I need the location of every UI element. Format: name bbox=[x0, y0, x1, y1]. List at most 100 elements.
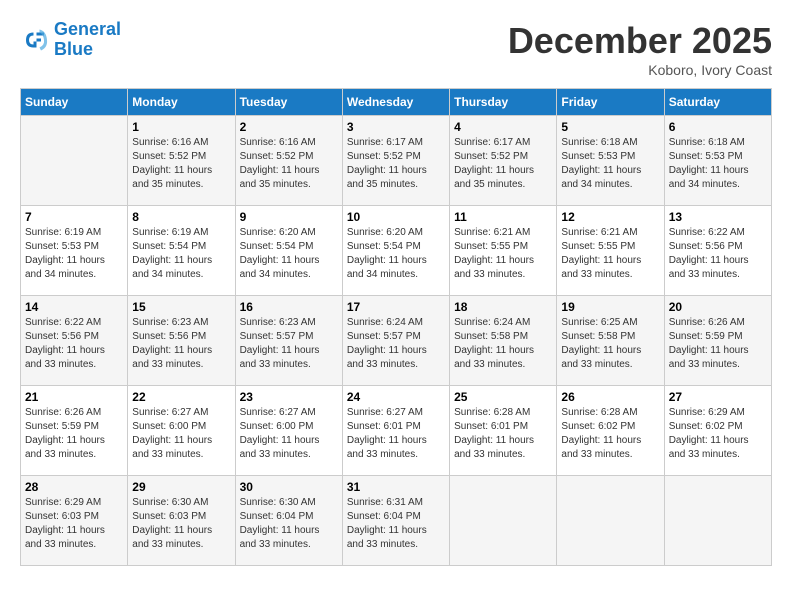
day-info: Sunrise: 6:29 AMSunset: 6:02 PMDaylight:… bbox=[669, 406, 767, 462]
calendar-cell: 12 Sunrise: 6:21 AMSunset: 5:55 PMDayligh… bbox=[557, 206, 664, 296]
day-number: 16 bbox=[240, 300, 338, 314]
day-info: Sunrise: 6:27 AMSunset: 6:00 PMDaylight:… bbox=[240, 406, 338, 462]
calendar-cell bbox=[664, 476, 771, 566]
day-number: 13 bbox=[669, 210, 767, 224]
day-number: 24 bbox=[347, 390, 445, 404]
day-info: Sunrise: 6:30 AMSunset: 6:03 PMDaylight:… bbox=[132, 496, 230, 552]
day-number: 18 bbox=[454, 300, 552, 314]
weekday-header-friday: Friday bbox=[557, 89, 664, 116]
day-info: Sunrise: 6:25 AMSunset: 5:58 PMDaylight:… bbox=[561, 316, 659, 372]
day-number: 1 bbox=[132, 120, 230, 134]
logo-icon bbox=[20, 25, 50, 55]
day-info: Sunrise: 6:23 AMSunset: 5:56 PMDaylight:… bbox=[132, 316, 230, 372]
weekday-header-sunday: Sunday bbox=[21, 89, 128, 116]
day-info: Sunrise: 6:31 AMSunset: 6:04 PMDaylight:… bbox=[347, 496, 445, 552]
day-number: 9 bbox=[240, 210, 338, 224]
calendar-week-5: 28Sunrise: 6:29 AMSunset: 6:03 PMDayligh… bbox=[21, 476, 772, 566]
calendar-cell bbox=[21, 116, 128, 206]
day-number: 30 bbox=[240, 480, 338, 494]
page-header: General Blue December 2025 Koboro, Ivory… bbox=[20, 20, 772, 78]
day-info: Sunrise: 6:27 AMSunset: 6:00 PMDaylight:… bbox=[132, 406, 230, 462]
day-number: 19 bbox=[561, 300, 659, 314]
day-number: 2 bbox=[240, 120, 338, 134]
calendar-cell: 15 Sunrise: 6:23 AMSunset: 5:56 PMDayligh… bbox=[128, 296, 235, 386]
day-number: 27 bbox=[669, 390, 767, 404]
day-number: 22 bbox=[132, 390, 230, 404]
day-number: 15 bbox=[132, 300, 230, 314]
day-info: Sunrise: 6:29 AMSunset: 6:03 PMDaylight:… bbox=[25, 496, 123, 552]
weekday-header-row: SundayMondayTuesdayWednesdayThursdayFrid… bbox=[21, 89, 772, 116]
day-number: 17 bbox=[347, 300, 445, 314]
day-info: Sunrise: 6:17 AMSunset: 5:52 PMDaylight:… bbox=[454, 136, 552, 192]
calendar-cell: 24 Sunrise: 6:27 AMSunset: 6:01 PMDayligh… bbox=[342, 386, 449, 476]
calendar-cell: 5Sunrise: 6:18 AMSunset: 5:53 PMDaylight… bbox=[557, 116, 664, 206]
weekday-header-thursday: Thursday bbox=[450, 89, 557, 116]
day-info: Sunrise: 6:16 AMSunset: 5:52 PMDaylight:… bbox=[240, 136, 338, 192]
calendar-cell: 29Sunrise: 6:30 AMSunset: 6:03 PMDayligh… bbox=[128, 476, 235, 566]
day-info: Sunrise: 6:18 AMSunset: 5:53 PMDaylight:… bbox=[561, 136, 659, 192]
calendar-week-2: 7 Sunrise: 6:19 AMSunset: 5:53 PMDaylight… bbox=[21, 206, 772, 296]
weekday-header-tuesday: Tuesday bbox=[235, 89, 342, 116]
day-number: 3 bbox=[347, 120, 445, 134]
calendar-cell: 17 Sunrise: 6:24 AMSunset: 5:57 PMDayligh… bbox=[342, 296, 449, 386]
day-number: 8 bbox=[132, 210, 230, 224]
weekday-header-saturday: Saturday bbox=[664, 89, 771, 116]
calendar-cell: 2 Sunrise: 6:16 AMSunset: 5:52 PMDaylight… bbox=[235, 116, 342, 206]
month-title: December 2025 bbox=[508, 20, 772, 62]
day-number: 25 bbox=[454, 390, 552, 404]
calendar-cell: 14Sunrise: 6:22 AMSunset: 5:56 PMDayligh… bbox=[21, 296, 128, 386]
calendar-cell: 16 Sunrise: 6:23 AMSunset: 5:57 PMDayligh… bbox=[235, 296, 342, 386]
day-number: 12 bbox=[561, 210, 659, 224]
day-info: Sunrise: 6:27 AMSunset: 6:01 PMDaylight:… bbox=[347, 406, 445, 462]
calendar-cell: 22 Sunrise: 6:27 AMSunset: 6:00 PMDayligh… bbox=[128, 386, 235, 476]
calendar-cell: 3 Sunrise: 6:17 AMSunset: 5:52 PMDaylight… bbox=[342, 116, 449, 206]
day-info: Sunrise: 6:26 AMSunset: 5:59 PMDaylight:… bbox=[669, 316, 767, 372]
calendar-cell bbox=[450, 476, 557, 566]
day-info: Sunrise: 6:28 AMSunset: 6:01 PMDaylight:… bbox=[454, 406, 552, 462]
day-number: 23 bbox=[240, 390, 338, 404]
day-info: Sunrise: 6:20 AMSunset: 5:54 PMDaylight:… bbox=[347, 226, 445, 282]
day-info: Sunrise: 6:18 AMSunset: 5:53 PMDaylight:… bbox=[669, 136, 767, 192]
day-info: Sunrise: 6:30 AMSunset: 6:04 PMDaylight:… bbox=[240, 496, 338, 552]
day-number: 10 bbox=[347, 210, 445, 224]
calendar-cell: 13 Sunrise: 6:22 AMSunset: 5:56 PMDayligh… bbox=[664, 206, 771, 296]
calendar-cell: 26Sunrise: 6:28 AMSunset: 6:02 PMDayligh… bbox=[557, 386, 664, 476]
calendar-cell: 11Sunrise: 6:21 AMSunset: 5:55 PMDayligh… bbox=[450, 206, 557, 296]
calendar-cell: 30 Sunrise: 6:30 AMSunset: 6:04 PMDayligh… bbox=[235, 476, 342, 566]
day-info: Sunrise: 6:24 AMSunset: 5:57 PMDaylight:… bbox=[347, 316, 445, 372]
calendar-cell: 1 Sunrise: 6:16 AMSunset: 5:52 PMDaylight… bbox=[128, 116, 235, 206]
day-info: Sunrise: 6:20 AMSunset: 5:54 PMDaylight:… bbox=[240, 226, 338, 282]
weekday-header-wednesday: Wednesday bbox=[342, 89, 449, 116]
logo-text: General Blue bbox=[54, 20, 121, 60]
calendar-week-3: 14Sunrise: 6:22 AMSunset: 5:56 PMDayligh… bbox=[21, 296, 772, 386]
day-info: Sunrise: 6:19 AMSunset: 5:54 PMDaylight:… bbox=[132, 226, 230, 282]
logo: General Blue bbox=[20, 20, 121, 60]
calendar-cell: 7 Sunrise: 6:19 AMSunset: 5:53 PMDaylight… bbox=[21, 206, 128, 296]
day-info: Sunrise: 6:16 AMSunset: 5:52 PMDaylight:… bbox=[132, 136, 230, 192]
calendar-cell: 8 Sunrise: 6:19 AMSunset: 5:54 PMDaylight… bbox=[128, 206, 235, 296]
day-info: Sunrise: 6:22 AMSunset: 5:56 PMDaylight:… bbox=[669, 226, 767, 282]
day-info: Sunrise: 6:28 AMSunset: 6:02 PMDaylight:… bbox=[561, 406, 659, 462]
calendar-week-4: 21 Sunrise: 6:26 AMSunset: 5:59 PMDayligh… bbox=[21, 386, 772, 476]
day-number: 31 bbox=[347, 480, 445, 494]
calendar-week-1: 1 Sunrise: 6:16 AMSunset: 5:52 PMDaylight… bbox=[21, 116, 772, 206]
calendar-cell: 6Sunrise: 6:18 AMSunset: 5:53 PMDaylight… bbox=[664, 116, 771, 206]
day-info: Sunrise: 6:21 AMSunset: 5:55 PMDaylight:… bbox=[561, 226, 659, 282]
day-info: Sunrise: 6:24 AMSunset: 5:58 PMDaylight:… bbox=[454, 316, 552, 372]
day-number: 11 bbox=[454, 210, 552, 224]
day-info: Sunrise: 6:23 AMSunset: 5:57 PMDaylight:… bbox=[240, 316, 338, 372]
calendar-cell: 18 Sunrise: 6:24 AMSunset: 5:58 PMDayligh… bbox=[450, 296, 557, 386]
day-number: 7 bbox=[25, 210, 123, 224]
calendar-table: SundayMondayTuesdayWednesdayThursdayFrid… bbox=[20, 88, 772, 566]
day-info: Sunrise: 6:17 AMSunset: 5:52 PMDaylight:… bbox=[347, 136, 445, 192]
location: Koboro, Ivory Coast bbox=[508, 62, 772, 78]
calendar-cell: 31 Sunrise: 6:31 AMSunset: 6:04 PMDayligh… bbox=[342, 476, 449, 566]
calendar-cell: 25 Sunrise: 6:28 AMSunset: 6:01 PMDayligh… bbox=[450, 386, 557, 476]
day-info: Sunrise: 6:19 AMSunset: 5:53 PMDaylight:… bbox=[25, 226, 123, 282]
day-info: Sunrise: 6:26 AMSunset: 5:59 PMDaylight:… bbox=[25, 406, 123, 462]
day-number: 20 bbox=[669, 300, 767, 314]
calendar-cell: 23 Sunrise: 6:27 AMSunset: 6:00 PMDayligh… bbox=[235, 386, 342, 476]
calendar-cell: 21 Sunrise: 6:26 AMSunset: 5:59 PMDayligh… bbox=[21, 386, 128, 476]
day-number: 21 bbox=[25, 390, 123, 404]
calendar-cell: 28Sunrise: 6:29 AMSunset: 6:03 PMDayligh… bbox=[21, 476, 128, 566]
